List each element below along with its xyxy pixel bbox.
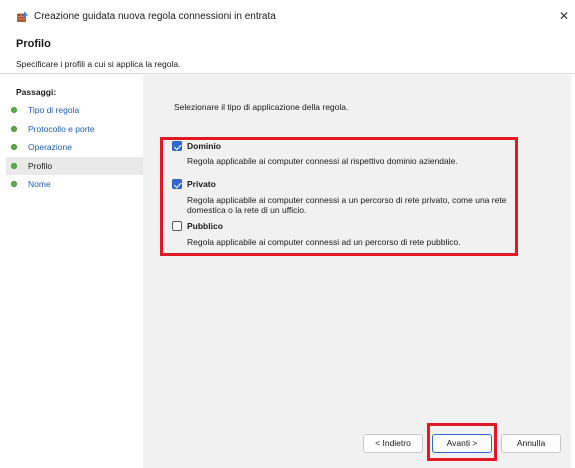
step-label: Profilo [28,160,53,171]
window-title: Creazione guidata nuova regola connessio… [34,11,276,22]
wizard-header: Profilo Specificare i profili a cui si a… [0,32,575,74]
pubblico-checkbox[interactable] [172,221,182,231]
wizard-content: Selezionare il tipo di applicazione dell… [143,75,571,468]
step-protocollo-e-porte[interactable]: Protocollo e porte [6,120,143,139]
pubblico-description: Regola applicabile ai computer connessi … [187,237,461,247]
step-status-icon [11,181,17,187]
step-status-icon [11,107,17,113]
title-bar: Creazione guidata nuova regola connessio… [0,0,575,32]
page-title: Profilo [16,38,51,50]
step-status-icon [11,125,17,132]
dominio-description: Regola applicabile ai computer connessi … [187,156,458,166]
steps-sidebar: Passaggi: Tipo di regola Protocollo e po… [0,75,143,468]
step-status-icon [11,144,17,150]
firewall-wizard-icon [17,11,29,22]
step-label[interactable]: Protocollo e porte [28,124,95,134]
steps-title: Passaggi: [16,87,57,97]
step-label[interactable]: Operazione [28,142,72,152]
close-icon[interactable]: ✕ [556,8,572,24]
step-profilo: Profilo [6,156,143,175]
cancel-button[interactable]: Annulla [501,434,561,453]
next-button[interactable]: Avanti > [432,434,492,453]
step-status-icon [11,162,17,169]
page-description: Specificare i profili a cui si applica l… [16,59,181,69]
privato-label[interactable]: Privato [187,179,216,189]
privato-checkbox[interactable] [172,179,182,189]
step-operazione[interactable]: Operazione [6,138,143,157]
wizard-window: Creazione guidata nuova regola connessio… [0,0,575,468]
instruction-text: Selezionare il tipo di applicazione dell… [174,102,349,112]
pubblico-label[interactable]: Pubblico [187,221,223,231]
privato-description-line1: Regola applicabile ai computer connessi … [187,195,507,205]
dominio-checkbox[interactable] [172,141,182,151]
step-label[interactable]: Nome [28,179,51,189]
dominio-label[interactable]: Dominio [187,141,221,151]
step-label[interactable]: Tipo di regola [28,105,79,115]
step-nome[interactable]: Nome [6,175,143,194]
privato-description-line2: domestica o la rete di un ufficio. [187,205,307,215]
step-tipo-di-regola[interactable]: Tipo di regola [6,101,143,120]
steps-list: Tipo di regola Protocollo e porte Operaz… [6,101,143,194]
back-button[interactable]: < Indietro [363,434,423,453]
